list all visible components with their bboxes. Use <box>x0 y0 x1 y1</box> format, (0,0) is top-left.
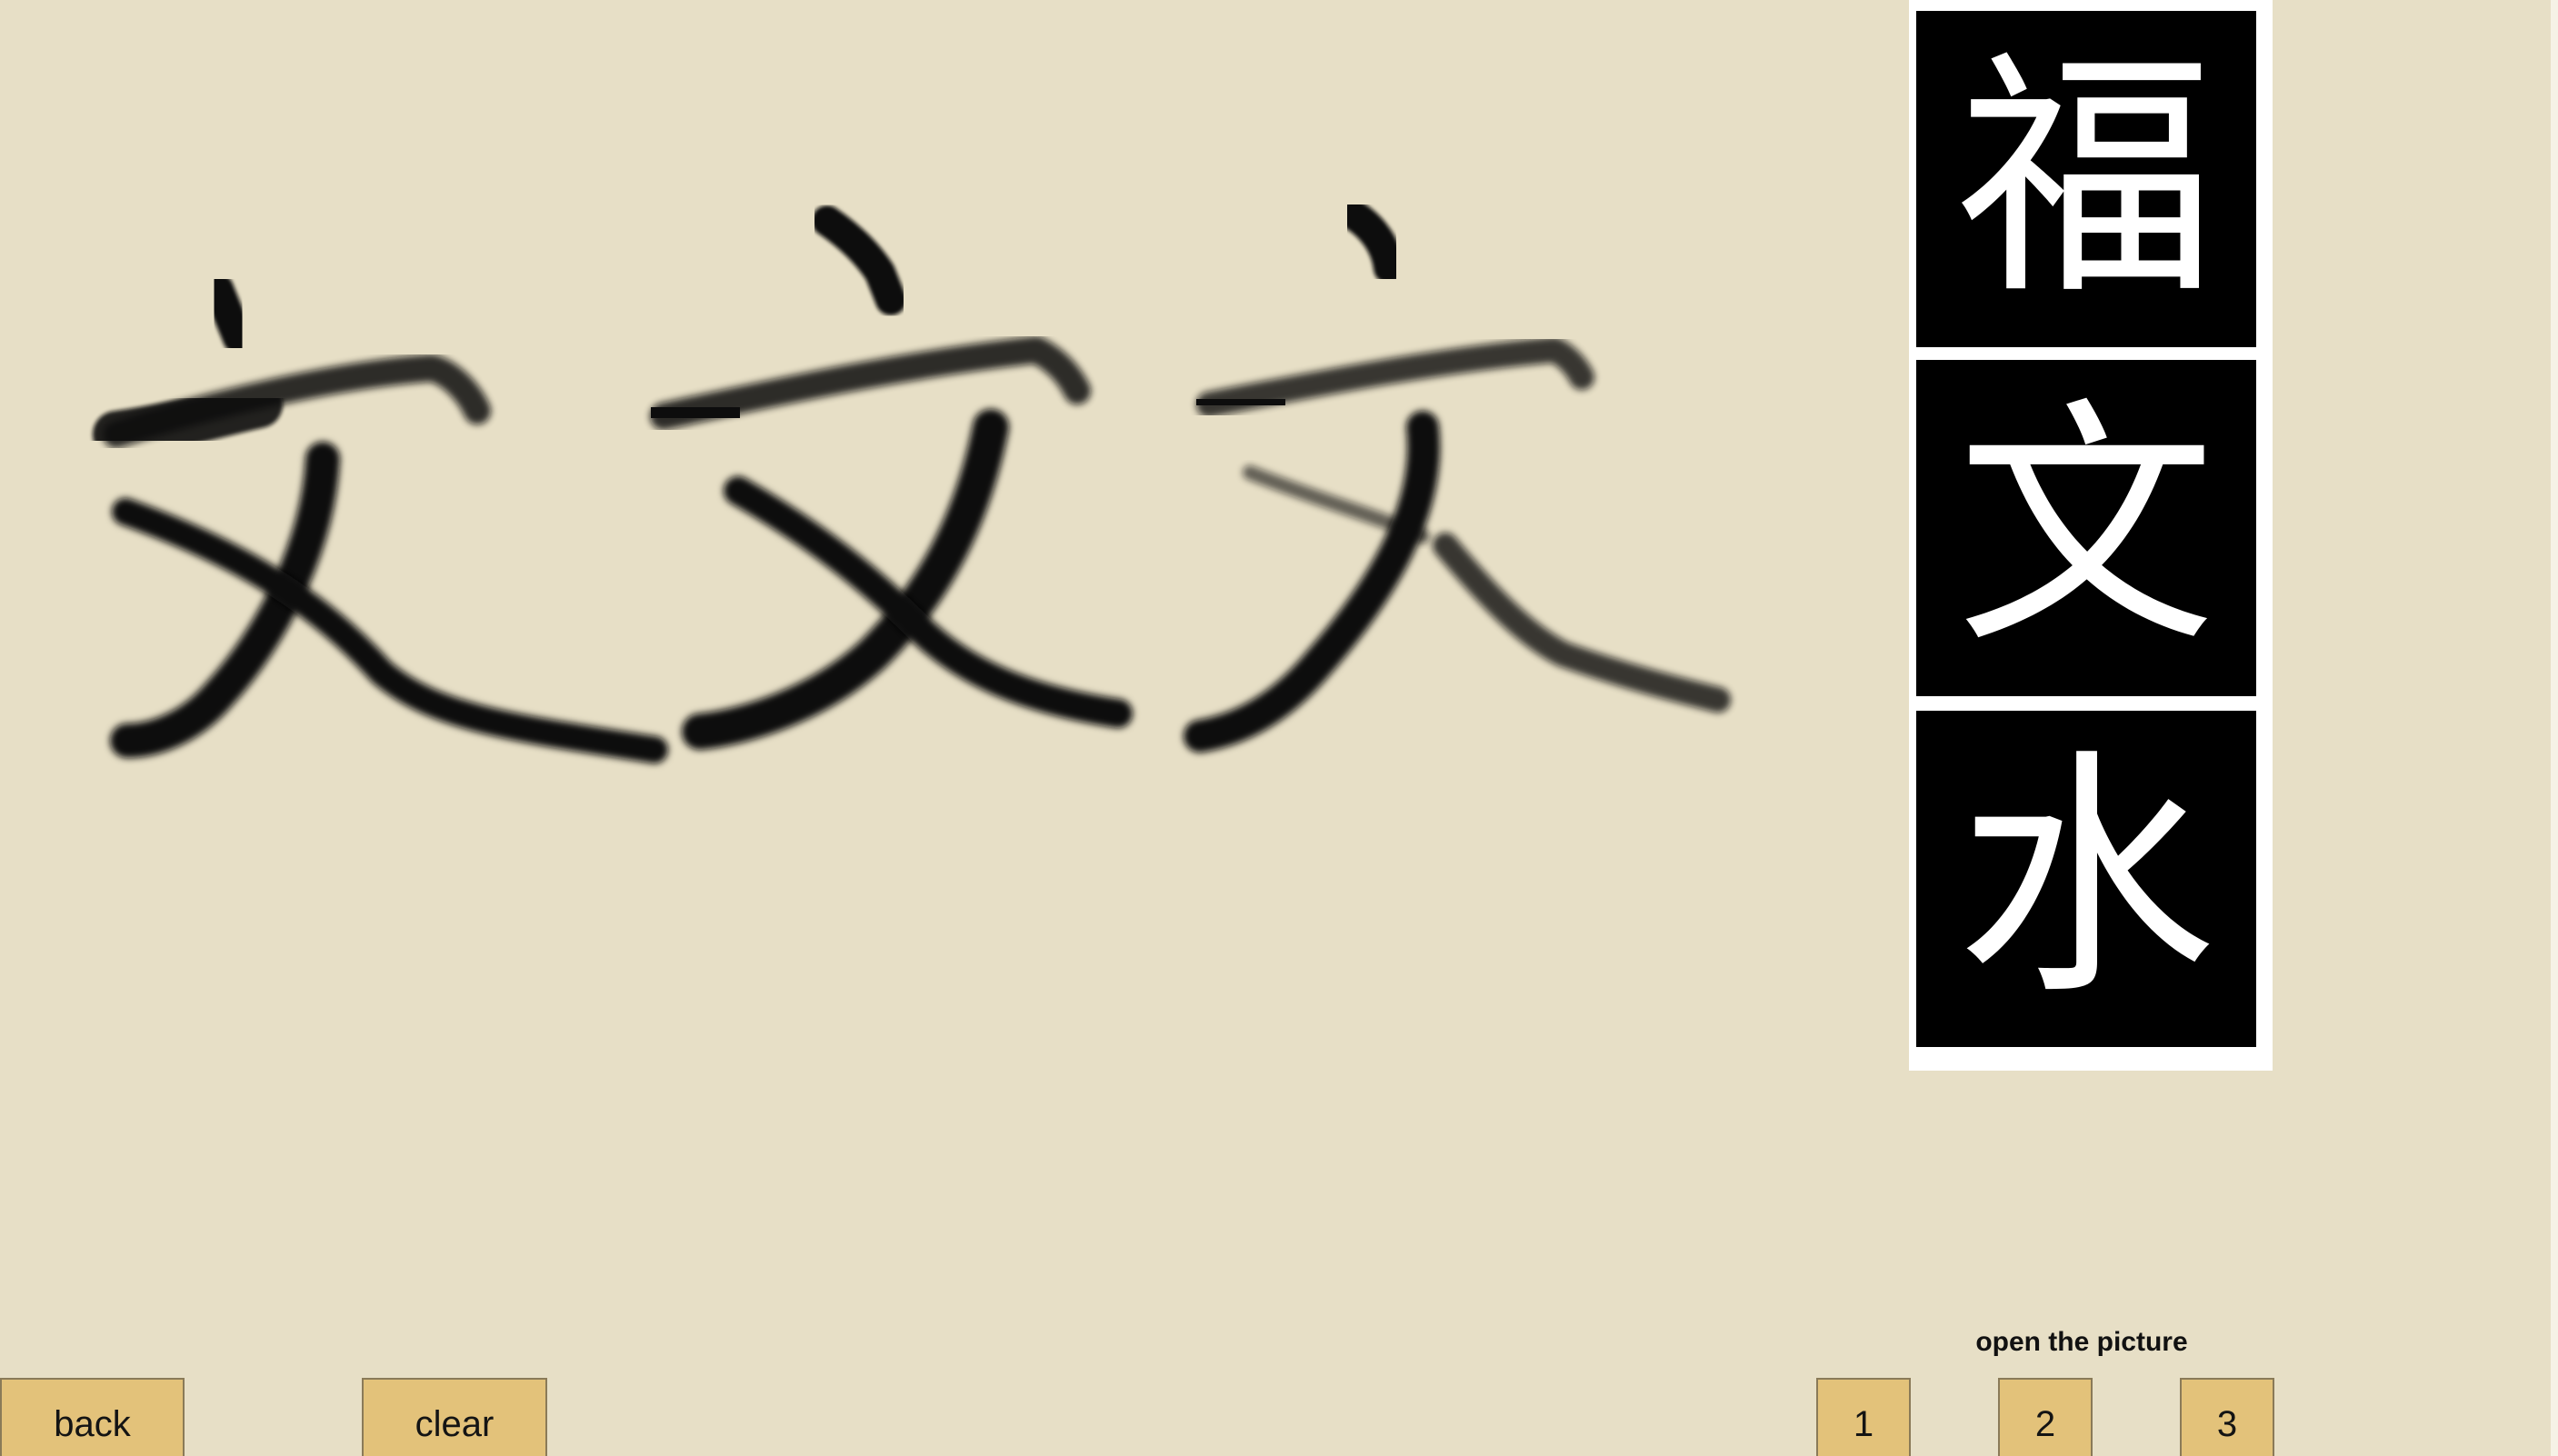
drawing-canvas[interactable] <box>0 0 1854 1363</box>
drawn-character-2 <box>642 205 1133 750</box>
reference-glyph-panel: 福 文 水 <box>1909 0 2273 1071</box>
drawn-character-3 <box>1184 200 1731 753</box>
clear-button[interactable]: clear <box>362 1378 547 1456</box>
ink-strokes <box>93 200 1731 763</box>
picture-3-button[interactable]: 3 <box>2180 1378 2274 1456</box>
calligraphy-practice-screen: 福 文 水 open the picture back clear 1 2 3 <box>0 0 2558 1456</box>
reference-glyph-2: 文 <box>1956 376 2216 679</box>
reference-tile-3[interactable]: 水 <box>1916 711 2256 1047</box>
reference-glyph-3: 水 <box>1956 727 2216 1030</box>
reference-glyph-1: 福 <box>1956 27 2216 330</box>
picture-2-button[interactable]: 2 <box>1998 1378 2093 1456</box>
picture-1-button[interactable]: 1 <box>1816 1378 1911 1456</box>
back-button[interactable]: back <box>0 1378 185 1456</box>
reference-tile-2[interactable]: 文 <box>1916 360 2256 696</box>
right-edge-divider <box>2551 0 2558 1456</box>
drawn-character-1 <box>93 274 668 763</box>
reference-tile-1[interactable]: 福 <box>1916 11 2256 347</box>
open-picture-label: open the picture <box>1975 1327 2188 1357</box>
